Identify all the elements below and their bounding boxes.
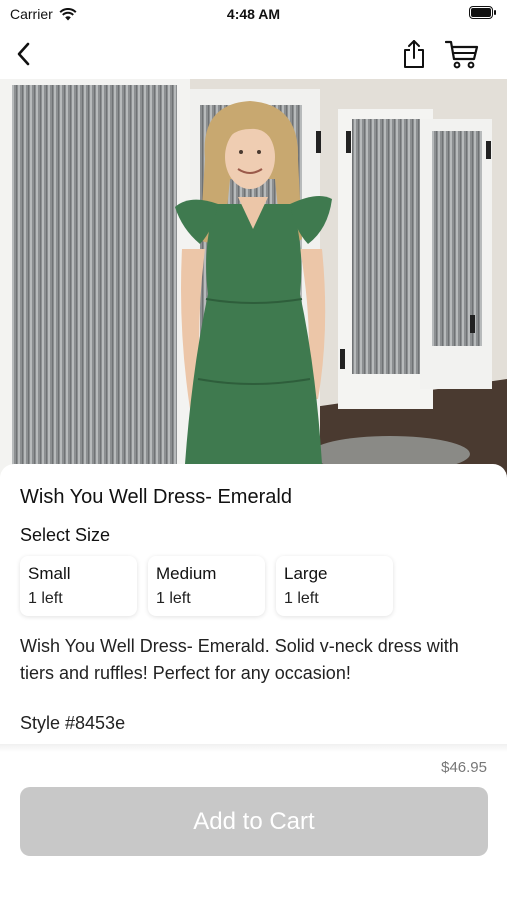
size-option-small[interactable]: Small 1 left xyxy=(20,556,137,616)
product-description: Wish You Well Dress- Emerald. Solid v-ne… xyxy=(20,636,459,683)
divider xyxy=(0,744,507,752)
chevron-left-icon xyxy=(17,42,30,66)
cart-button[interactable] xyxy=(444,36,480,72)
size-name: Medium xyxy=(156,564,217,583)
status-time: 4:48 AM xyxy=(226,6,281,22)
battery-icon xyxy=(469,6,497,22)
size-stock: 1 left xyxy=(28,590,63,607)
share-icon xyxy=(404,40,424,68)
size-option-large[interactable]: Large 1 left xyxy=(276,556,393,616)
size-stock: 1 left xyxy=(284,590,319,607)
select-size-label: Select Size xyxy=(20,525,111,545)
nav-bar xyxy=(0,28,507,78)
product-title: Wish You Well Dress- Emerald xyxy=(20,486,292,508)
product-photo xyxy=(0,79,507,479)
add-to-cart-button[interactable]: Add to Cart xyxy=(20,787,488,856)
size-name: Small xyxy=(28,564,71,583)
size-options: Small 1 left Medium 1 left Large 1 left xyxy=(20,556,393,616)
size-name: Large xyxy=(284,564,328,583)
size-option-medium[interactable]: Medium 1 left xyxy=(148,556,265,616)
price-label: $46.95 xyxy=(441,759,487,776)
product-image xyxy=(0,79,507,479)
status-bar: Carrier 4:48 AM xyxy=(0,0,507,28)
size-stock: 1 left xyxy=(156,590,191,607)
style-number: Style #8453e xyxy=(20,713,126,733)
product-detail-screen: Carrier 4:48 AM Wish You Well Dress- Eme… xyxy=(0,0,507,900)
product-info-sheet: Wish You Well Dress- Emerald Select Size… xyxy=(0,464,507,900)
cart-icon xyxy=(445,40,479,69)
share-button[interactable] xyxy=(396,36,432,72)
back-button[interactable] xyxy=(6,36,42,72)
